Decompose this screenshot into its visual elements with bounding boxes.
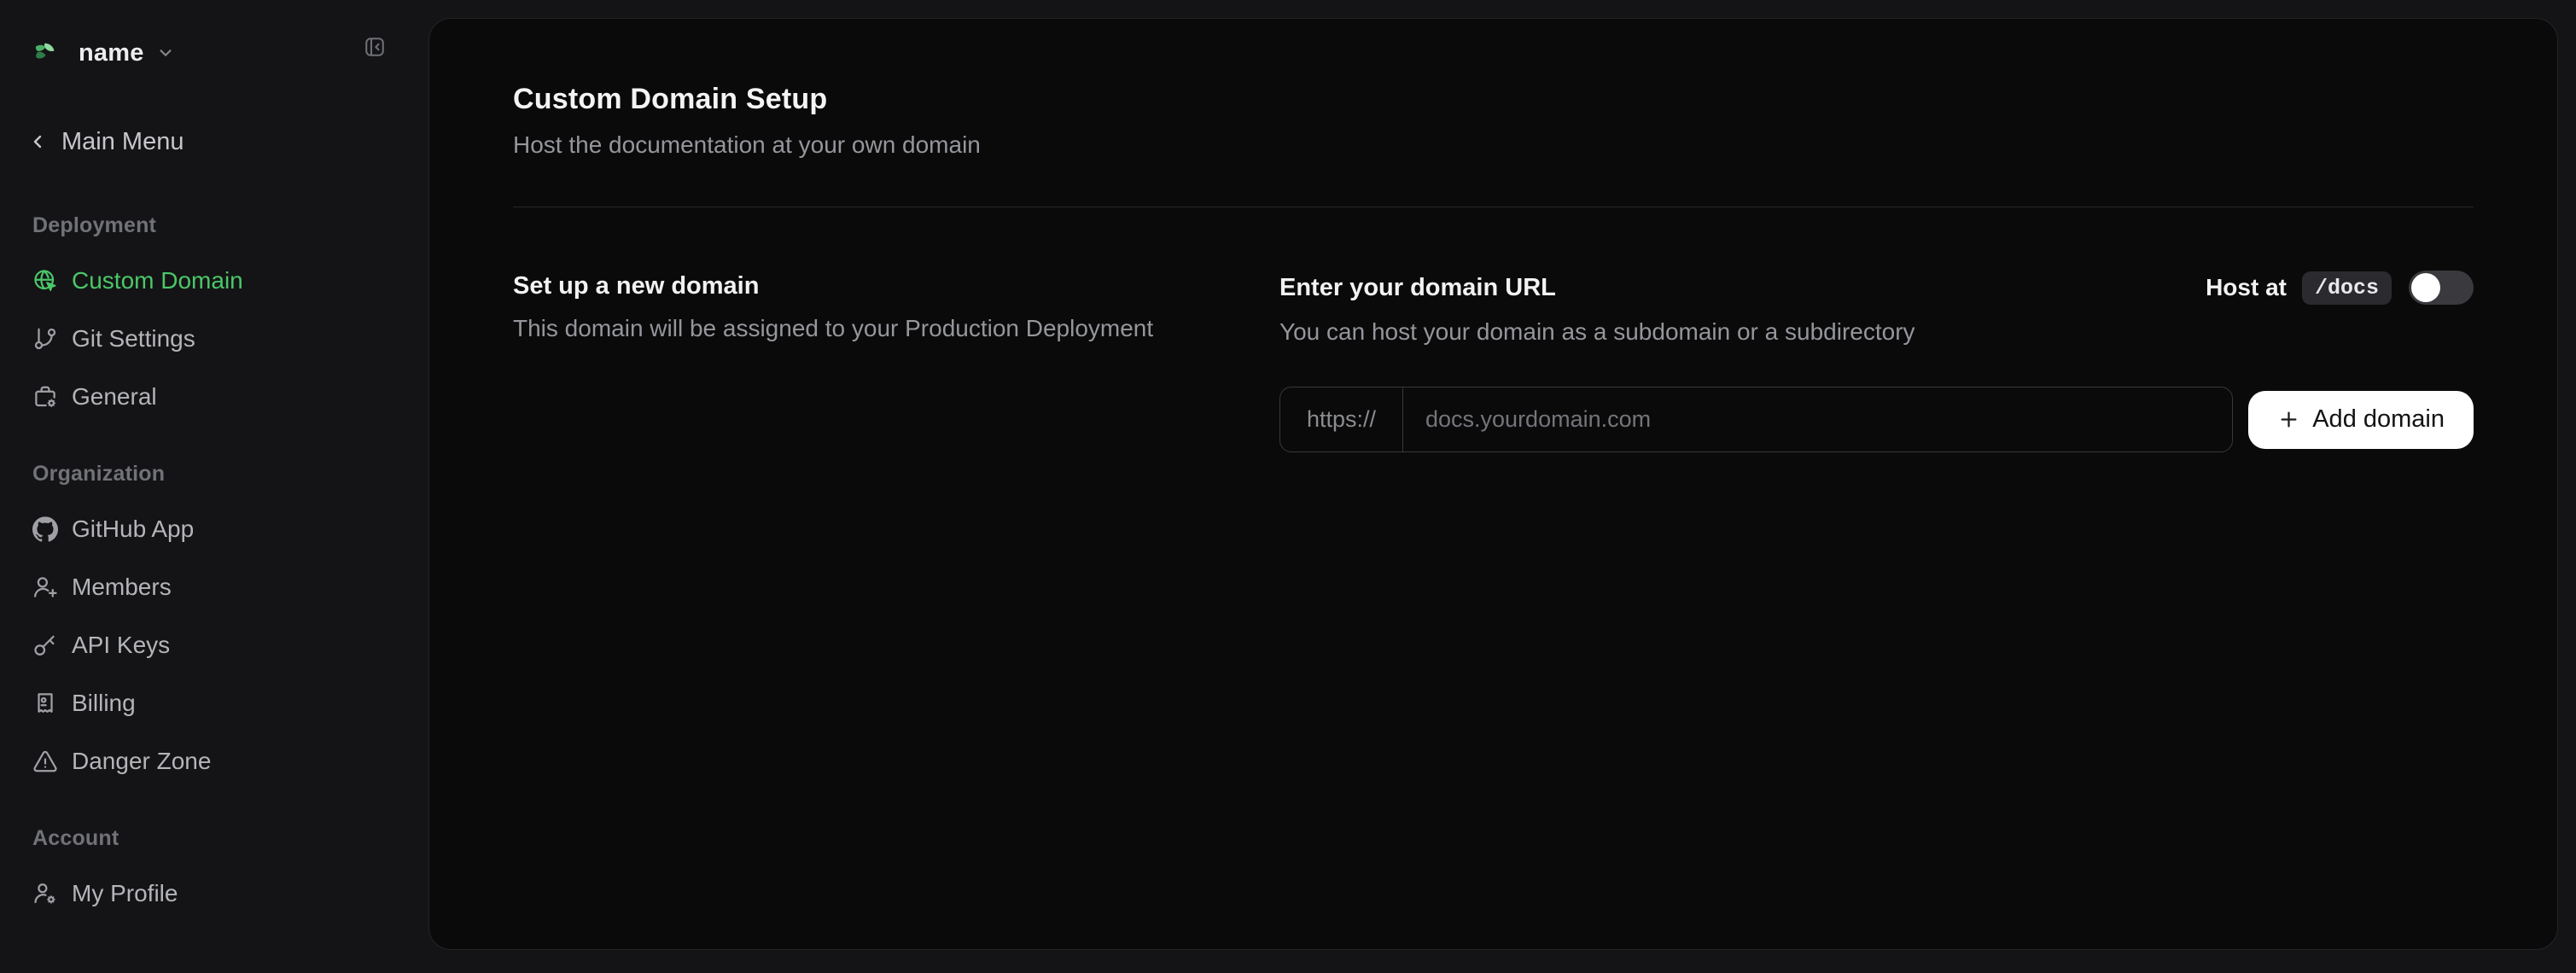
back-to-main-menu[interactable]: Main Menu	[27, 125, 428, 159]
sidebar-item-my-profile[interactable]: My Profile	[32, 865, 428, 923]
chevron-down-icon	[156, 44, 175, 62]
section-intro: Set up a new domain This domain will be …	[513, 271, 1279, 452]
setup-heading: Set up a new domain	[513, 271, 1228, 301]
page-title: Custom Domain Setup	[513, 80, 2474, 118]
sidebar-item-github-app[interactable]: GitHub App	[32, 500, 428, 558]
sidebar-item-api-keys[interactable]: API Keys	[32, 616, 428, 674]
url-scheme-prefix: https://	[1280, 387, 1403, 452]
user-gear-icon	[32, 881, 58, 906]
workspace-name: name	[79, 39, 144, 67]
warning-triangle-icon	[32, 749, 58, 774]
chevron-left-icon	[27, 131, 48, 152]
key-icon	[32, 632, 58, 658]
domain-form: Enter your domain URL Host at /docs You …	[1279, 271, 2474, 452]
github-icon	[32, 516, 58, 542]
host-at-controls: Host at /docs	[2206, 271, 2474, 305]
section-header: Account	[32, 826, 428, 852]
host-at-toggle[interactable]	[2409, 271, 2474, 305]
main-menu-label: Main Menu	[61, 128, 184, 156]
panel-collapse-icon	[364, 36, 386, 58]
sidebar-item-billing[interactable]: Billing	[32, 674, 428, 732]
sidebar-item-label: GitHub App	[72, 516, 194, 543]
sidebar-item-label: Members	[72, 574, 172, 601]
domain-url-heading: Enter your domain URL	[1279, 272, 1556, 303]
sidebar-item-general[interactable]: General	[32, 368, 428, 426]
mintlify-leaf-icon	[32, 41, 56, 65]
sidebar-item-label: Billing	[72, 690, 136, 717]
section-header: Deployment	[32, 213, 428, 239]
card-header: Custom Domain Setup Host the documentati…	[513, 19, 2474, 160]
sidebar-item-label: Git Settings	[72, 325, 195, 352]
sidebar-section-organization: Organization GitHub App Members	[32, 462, 428, 790]
toggle-knob	[2411, 273, 2440, 302]
sidebar-item-label: API Keys	[72, 632, 170, 659]
domain-input-row: https:// Add domain	[1279, 387, 2474, 452]
sidebar-item-label: Custom Domain	[72, 267, 243, 294]
page-subtitle: Host the documentation at your own domai…	[513, 130, 2474, 160]
sidebar-item-label: General	[72, 383, 157, 411]
sidebar-item-label: My Profile	[72, 880, 178, 907]
globe-pointer-icon	[32, 268, 58, 294]
sidebar-section-deployment: Deployment Custom Domain	[32, 213, 428, 426]
app-window: name Main Menu Deployment	[0, 0, 2576, 973]
git-branch-icon	[32, 326, 58, 352]
user-plus-icon	[32, 574, 58, 600]
sidebar-item-danger-zone[interactable]: Danger Zone	[32, 732, 428, 790]
host-at-label: Host at	[2206, 274, 2287, 301]
add-domain-label: Add domain	[2312, 405, 2445, 434]
domain-input[interactable]	[1403, 387, 2232, 452]
plus-icon	[2277, 408, 2300, 431]
domain-url-field: https://	[1279, 387, 2233, 452]
sidebar-item-label: Danger Zone	[72, 748, 211, 775]
sidebar-item-custom-domain[interactable]: Custom Domain	[32, 252, 428, 310]
domain-setup-section: Set up a new domain This domain will be …	[513, 271, 2474, 452]
section-header: Organization	[32, 462, 428, 487]
receipt-icon	[32, 690, 58, 716]
sidebar: name Main Menu Deployment	[0, 0, 428, 973]
sidebar-item-git-settings[interactable]: Git Settings	[32, 310, 428, 368]
add-domain-button[interactable]: Add domain	[2248, 391, 2474, 449]
domain-url-description: You can host your domain as a subdomain …	[1279, 317, 2474, 347]
settings-card: Custom Domain Setup Host the documentati…	[428, 18, 2558, 950]
docs-path-badge: /docs	[2302, 271, 2392, 305]
sidebar-item-members[interactable]: Members	[32, 558, 428, 616]
setup-description: This domain will be assigned to your Pro…	[513, 313, 1228, 344]
sidebar-section-account: Account My Profile	[32, 826, 428, 923]
briefcase-gear-icon	[32, 384, 58, 410]
sidebar-collapse-button[interactable]	[364, 36, 386, 58]
